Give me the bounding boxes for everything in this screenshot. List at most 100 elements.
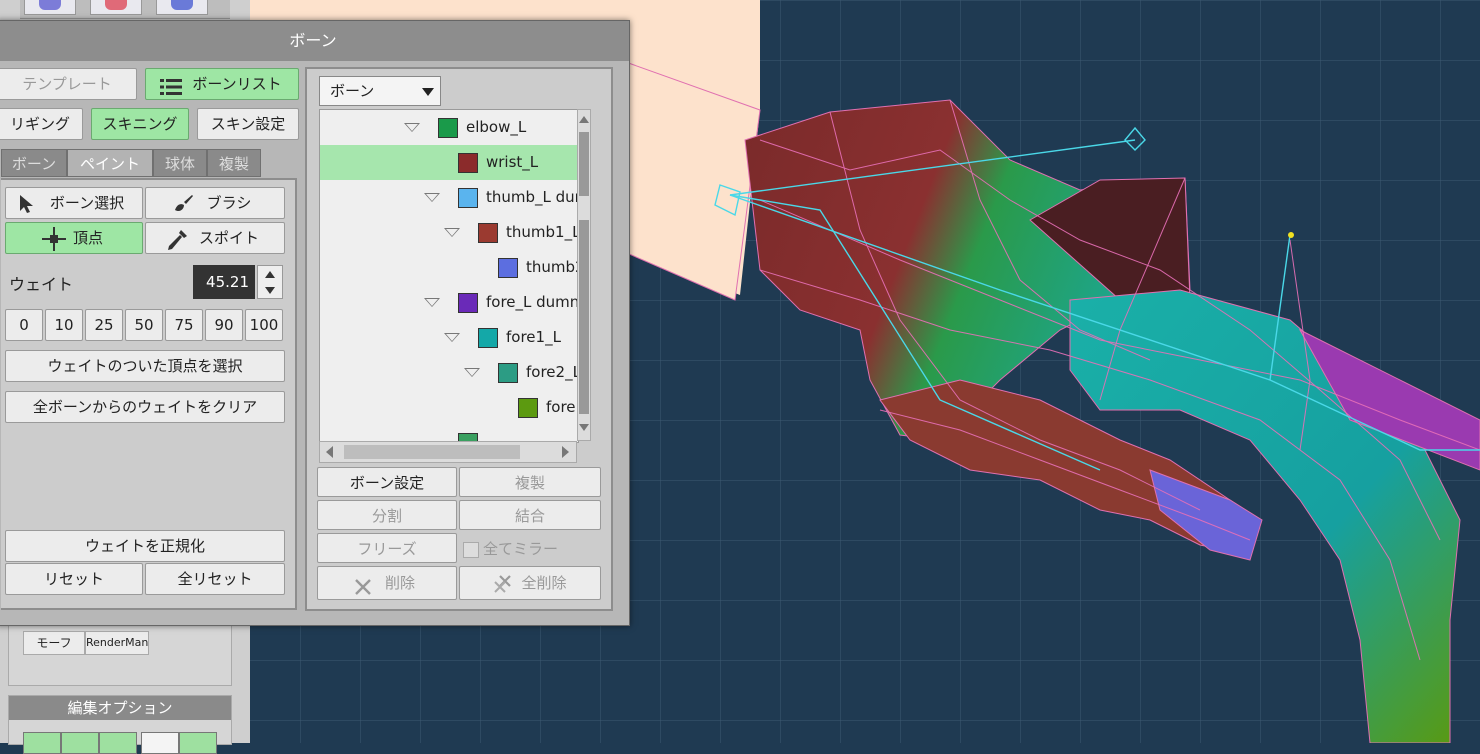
expand-triangle-icon[interactable] xyxy=(444,228,460,237)
scroll-left-icon[interactable] xyxy=(326,446,333,458)
tree-row-thumb1[interactable]: thumb1_L xyxy=(320,215,578,250)
tree-row-fore2[interactable]: fore2_L xyxy=(320,355,578,390)
weight-label: ウェイト xyxy=(9,275,74,294)
morph-button[interactable]: モーフ xyxy=(23,631,85,655)
tree-row-fore-dummy[interactable]: fore_L dumn xyxy=(320,285,578,320)
mirror-all-checkbox-row[interactable]: 全てミラー xyxy=(463,539,558,559)
bone-color-swatch xyxy=(478,328,498,348)
tab-sphere[interactable]: 球体 xyxy=(153,149,207,177)
tree-row-thumb-dummy[interactable]: thumb_L dun xyxy=(320,180,578,215)
skin-settings-button[interactable]: スキン設定 xyxy=(197,108,299,140)
bone-list-label: ボーンリスト xyxy=(192,75,282,93)
mirror-all-label: 全てミラー xyxy=(483,540,559,558)
bone-tree[interactable]: elbow_L wrist_L thumb_L dun thumb1_L thu… xyxy=(319,109,579,443)
dialog-title[interactable]: ボーン xyxy=(0,21,629,61)
delete-all-button[interactable]: 全削除 xyxy=(459,566,601,600)
weight-value-field[interactable]: 45.21 xyxy=(193,265,255,299)
brush-icon xyxy=(172,194,194,218)
edit-option-3[interactable] xyxy=(99,732,137,754)
scroll-up-icon[interactable] xyxy=(579,116,589,123)
dropdown-arrow-icon xyxy=(422,88,434,96)
tree-vertical-scrollbar[interactable] xyxy=(577,109,591,441)
template-button[interactable]: テンプレート xyxy=(0,68,137,100)
bone-type-value: ボーン xyxy=(330,82,375,100)
bone-select-label: ボーン選択 xyxy=(49,194,125,212)
bone-list-button[interactable]: ボーンリスト xyxy=(145,68,299,100)
merge-button[interactable]: 結合 xyxy=(459,500,601,530)
rigging-button[interactable]: リギング xyxy=(0,108,83,140)
tab-paint[interactable]: ペイント xyxy=(67,149,153,177)
tree-horizontal-scrollbar[interactable] xyxy=(319,441,577,463)
weight-preset-100[interactable]: 100 xyxy=(245,309,283,341)
bone-color-swatch xyxy=(458,188,478,208)
weight-preset-75[interactable]: 75 xyxy=(165,309,203,341)
weight-preset-10[interactable]: 10 xyxy=(45,309,83,341)
tree-row-fore3[interactable]: fore xyxy=(320,390,578,425)
tree-row-label: wrist_L xyxy=(486,153,539,171)
weight-preset-0[interactable]: 0 xyxy=(5,309,43,341)
scroll-right-icon[interactable] xyxy=(562,446,569,458)
duplicate-bone-button[interactable]: 複製 xyxy=(459,467,601,497)
normalize-weights-button[interactable]: ウェイトを正規化 xyxy=(5,530,285,562)
scroll-track-fill[interactable] xyxy=(579,220,589,414)
weight-preset-25[interactable]: 25 xyxy=(85,309,123,341)
vertex-label: 頂点 xyxy=(72,229,103,247)
tree-row-thumb2[interactable]: thumb2 xyxy=(320,250,578,285)
mirror-all-checkbox[interactable] xyxy=(463,541,479,558)
bone-type-dropdown[interactable]: ボーン xyxy=(319,76,441,106)
tab-duplicate[interactable]: 複製 xyxy=(207,149,261,177)
expand-triangle-icon[interactable] xyxy=(424,193,440,202)
weight-spinner[interactable] xyxy=(257,265,283,299)
expand-triangle-icon[interactable] xyxy=(404,123,420,132)
edit-option-4[interactable] xyxy=(141,732,179,754)
bone-list-panel: ボーン elbow_L wrist_L thumb_L dun thumb1_L… xyxy=(305,67,613,611)
weight-preset-90[interactable]: 90 xyxy=(205,309,243,341)
delete-all-label: 全削除 xyxy=(521,574,567,592)
tab-bone[interactable]: ボーン xyxy=(1,149,67,177)
scroll-down-icon[interactable] xyxy=(579,424,589,431)
delete-all-x-icon xyxy=(492,573,514,599)
tree-row-label: fore_L dumn xyxy=(486,293,579,311)
scroll-thumb[interactable] xyxy=(579,132,589,196)
reset-all-button[interactable]: 全リセット xyxy=(145,563,285,595)
expand-triangle-icon[interactable] xyxy=(464,368,480,377)
tree-row-elbow[interactable]: elbow_L xyxy=(320,110,578,145)
edit-options-panel: 編集オプション xyxy=(8,695,232,754)
freeze-button[interactable]: フリーズ xyxy=(317,533,457,563)
bone-settings-button[interactable]: ボーン設定 xyxy=(317,467,457,497)
edit-option-2[interactable] xyxy=(61,732,99,754)
spin-down-icon[interactable] xyxy=(265,287,275,294)
skinning-button[interactable]: スキニング xyxy=(91,108,189,140)
weight-preset-50[interactable]: 50 xyxy=(125,309,163,341)
tool-icon-2[interactable] xyxy=(90,0,142,15)
dropper-button[interactable]: スポイト xyxy=(145,222,285,254)
delete-button[interactable]: 削除 xyxy=(317,566,457,600)
tree-row-fore1[interactable]: fore1_L xyxy=(320,320,578,355)
split-button[interactable]: 分割 xyxy=(317,500,457,530)
clear-all-weights-button[interactable]: 全ボーンからのウェイトをクリア xyxy=(5,391,285,423)
tool-icon-3[interactable] xyxy=(156,0,208,15)
edit-option-1[interactable] xyxy=(23,732,61,754)
tool-icon-1[interactable] xyxy=(24,0,76,15)
reset-button[interactable]: リセット xyxy=(5,563,143,595)
edit-option-5[interactable] xyxy=(179,732,217,754)
brush-button[interactable]: ブラシ xyxy=(145,187,285,219)
bone-select-button[interactable]: ボーン選択 xyxy=(5,187,143,219)
bone-color-swatch xyxy=(458,293,478,313)
brush-label: ブラシ xyxy=(206,194,252,212)
bone-color-swatch xyxy=(478,223,498,243)
dropper-label: スポイト xyxy=(198,229,259,247)
top-icon-row xyxy=(20,0,230,19)
expand-triangle-icon[interactable] xyxy=(424,298,440,307)
expand-triangle-icon[interactable] xyxy=(444,333,460,342)
renderman-button[interactable]: RenderMan xyxy=(85,631,149,655)
dropper-icon xyxy=(166,229,188,253)
h-scroll-thumb[interactable] xyxy=(344,445,520,459)
vertex-button[interactable]: 頂点 xyxy=(5,222,143,254)
spin-up-icon[interactable] xyxy=(265,271,275,278)
tree-row-wrist[interactable]: wrist_L xyxy=(320,145,578,180)
tree-row-label: fore1_L xyxy=(506,328,561,346)
delete-x-icon xyxy=(354,575,372,599)
bone-color-swatch xyxy=(458,153,478,173)
select-weighted-vertices-button[interactable]: ウェイトのついた頂点を選択 xyxy=(5,350,285,382)
